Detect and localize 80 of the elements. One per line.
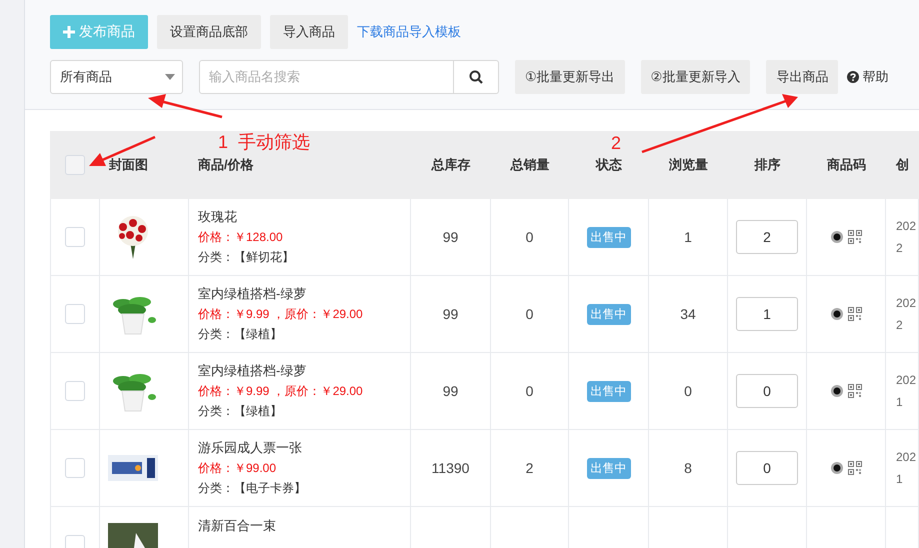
product-category: 分类：【电子卡券】 bbox=[198, 480, 306, 497]
table-cell: 99 bbox=[442, 229, 458, 245]
checkbox[interactable] bbox=[65, 458, 85, 478]
checkbox[interactable] bbox=[65, 227, 85, 247]
column-header: 创 bbox=[896, 156, 909, 174]
toolbar-button[interactable]: ②批量更新导入 bbox=[640, 60, 750, 94]
round-code-icon[interactable] bbox=[830, 461, 844, 475]
product-price: 价格：￥99.00 bbox=[198, 460, 276, 477]
table-cell: 1 bbox=[684, 229, 692, 245]
column-header: 商品/价格 bbox=[198, 156, 254, 174]
table-cell: 8 bbox=[684, 460, 692, 476]
ticket-drawing bbox=[108, 455, 158, 481]
search-field[interactable]: 输入商品名搜索 bbox=[199, 60, 454, 94]
round-code-icon[interactable] bbox=[830, 384, 844, 398]
column-header: 浏览量 bbox=[669, 156, 708, 174]
qr-code-icon[interactable] bbox=[848, 230, 862, 244]
date-text: 2 bbox=[896, 241, 903, 255]
product-price: 价格：￥128.00 bbox=[198, 229, 283, 246]
column-header: 封面图 bbox=[109, 156, 148, 174]
column-header: 状态 bbox=[596, 156, 622, 174]
column-header: 商品码 bbox=[827, 156, 866, 174]
table-cell: 34 bbox=[680, 306, 696, 322]
date-text: 1 bbox=[896, 472, 903, 486]
column-header: 排序 bbox=[754, 156, 780, 174]
annotation-text: 2 bbox=[611, 133, 622, 154]
product-name: 室内绿植搭档-绿萝 bbox=[198, 362, 306, 380]
date-text: 202 bbox=[896, 296, 916, 310]
date-text: 202 bbox=[896, 373, 916, 387]
column-header: 总销量 bbox=[510, 156, 550, 174]
qr-code-icon[interactable] bbox=[848, 461, 862, 475]
qr-code-icon[interactable] bbox=[848, 384, 862, 398]
date-text: 202 bbox=[896, 219, 916, 233]
plus-icon bbox=[63, 26, 75, 38]
template-link[interactable]: 下载商品导入模板 bbox=[357, 22, 461, 40]
product-name: 游乐园成人票一张 bbox=[198, 439, 302, 457]
date-text: 2 bbox=[896, 318, 903, 332]
product-category: 分类：【绿植】 bbox=[198, 326, 282, 343]
round-code-icon[interactable] bbox=[830, 230, 844, 244]
product-price: 价格：￥9.99 ，原价：￥29.00 bbox=[198, 306, 363, 323]
table-cell: 11390 bbox=[432, 460, 470, 476]
round-code-icon[interactable] bbox=[830, 307, 844, 321]
product-category: 分类：【绿植】 bbox=[198, 403, 282, 420]
category-dropdown[interactable]: 所有商品 bbox=[50, 60, 183, 94]
sort-field[interactable]: 0 bbox=[736, 451, 798, 485]
column-header: 总库存 bbox=[432, 156, 470, 174]
toolbar-button[interactable]: 设置商品底部 bbox=[157, 14, 261, 48]
caret-icon bbox=[165, 74, 175, 80]
status-badge: 出售中 bbox=[586, 380, 630, 402]
product-price: 价格：￥9.99 ，原价：￥29.00 bbox=[198, 383, 363, 400]
date-text: 202 bbox=[896, 450, 916, 464]
toolbar-button[interactable]: ①批量更新导出 bbox=[515, 60, 625, 94]
status-badge: 出售中 bbox=[586, 304, 630, 324]
toolbar-button[interactable]: 导入商品 bbox=[270, 14, 348, 48]
sort-field[interactable]: 2 bbox=[736, 220, 798, 254]
table-cell: 0 bbox=[526, 229, 534, 245]
qr-code-icon[interactable] bbox=[848, 307, 862, 321]
annotation-text: 1 手动筛选 bbox=[218, 131, 310, 154]
table-cell: 0 bbox=[684, 383, 692, 399]
table-cell: 0 bbox=[526, 306, 534, 322]
table-cell: 99 bbox=[442, 383, 458, 399]
checkbox[interactable] bbox=[65, 381, 85, 401]
sort-field[interactable]: 1 bbox=[736, 297, 798, 331]
checkbox[interactable] bbox=[65, 155, 85, 175]
table-cell: 0 bbox=[526, 383, 534, 399]
sort-field[interactable]: 0 bbox=[736, 374, 798, 408]
help-icon bbox=[847, 70, 860, 82]
date-text: 1 bbox=[896, 395, 903, 409]
product-name: 玫瑰花 bbox=[198, 208, 237, 226]
table-cell: 2 bbox=[526, 460, 534, 476]
help-link[interactable]: 帮助 bbox=[847, 68, 888, 86]
search-button[interactable] bbox=[454, 60, 499, 94]
product-name: 清新百合一束 bbox=[198, 517, 276, 535]
product-name: 室内绿植搭档-绿萝 bbox=[198, 285, 306, 303]
search-icon bbox=[469, 70, 483, 84]
table-cell: 99 bbox=[442, 306, 458, 322]
checkbox[interactable] bbox=[65, 304, 85, 324]
status-badge: 出售中 bbox=[586, 458, 630, 478]
toolbar-button[interactable]: 导出商品 bbox=[766, 60, 838, 94]
status-badge: 出售中 bbox=[586, 226, 630, 248]
product-category: 分类：【鲜切花】 bbox=[198, 249, 294, 266]
